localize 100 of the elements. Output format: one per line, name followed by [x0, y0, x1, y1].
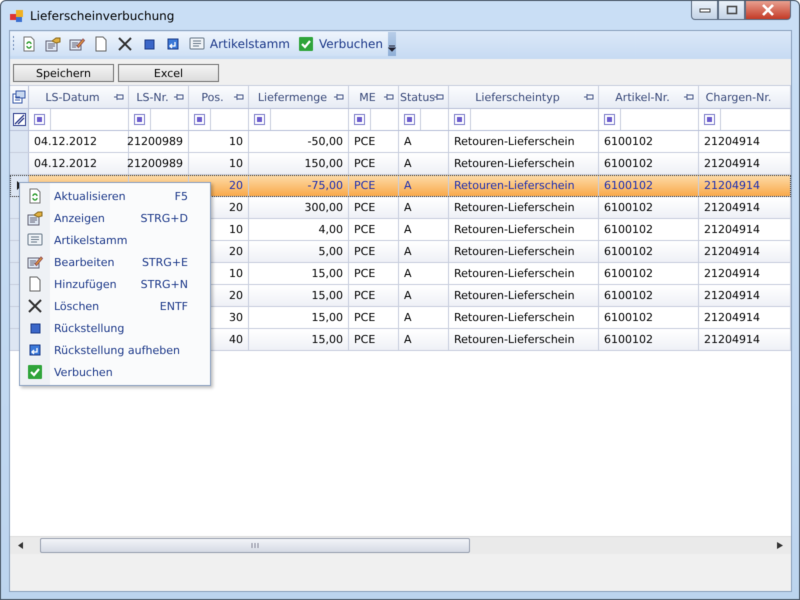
table-cell: 40 [229, 333, 243, 346]
pin-icon[interactable] [174, 93, 184, 101]
filter-operator-icon[interactable] [604, 114, 615, 125]
pin-icon[interactable] [384, 93, 394, 101]
table-cell: Retouren-Lieferschein [454, 223, 575, 236]
document-hand-icon [44, 36, 61, 52]
table-cell: Retouren-Lieferschein [454, 157, 575, 170]
edit-icon [27, 254, 43, 270]
table-cell: PCE [354, 333, 376, 346]
maximize-icon [726, 5, 738, 15]
table-cell: PCE [354, 311, 376, 324]
filter-operator-icon[interactable] [254, 114, 265, 125]
table-cell: 15,00 [312, 333, 343, 346]
column-header[interactable]: LS-Nr. [129, 86, 189, 108]
table-cell: 21204914 [704, 333, 760, 346]
table-cell: PCE [354, 135, 376, 148]
filter-operator-icon[interactable] [404, 114, 415, 125]
table-cell: 6100102 [604, 311, 653, 324]
column-header[interactable]: Artikel-Nr. [599, 86, 699, 108]
checkmark-icon [27, 364, 43, 380]
table-cell: Retouren-Lieferschein [454, 179, 575, 192]
column-chooser-icon[interactable] [12, 90, 26, 104]
delete-icon [116, 36, 133, 52]
column-header[interactable]: Lieferscheintyp [449, 86, 599, 108]
new-document-icon [27, 276, 43, 292]
table-cell: 15,00 [312, 267, 343, 280]
column-header[interactable]: Chargen-Nr. [699, 86, 791, 108]
pin-icon[interactable] [114, 93, 124, 101]
table-cell: 10 [229, 267, 243, 280]
table-cell: 20 [229, 245, 243, 258]
filter-operator-icon[interactable] [454, 114, 465, 125]
filter-operator-icon[interactable] [194, 114, 205, 125]
list-card-icon [27, 232, 43, 248]
table-cell: A [404, 333, 412, 346]
excel-button[interactable]: Excel [118, 64, 219, 82]
table-cell: A [404, 135, 412, 148]
pin-icon[interactable] [684, 93, 694, 101]
horizontal-scrollbar[interactable] [10, 536, 791, 554]
table-cell: Retouren-Lieferschein [454, 201, 575, 214]
table-cell: 21204914 [704, 223, 760, 236]
table-cell: 6100102 [604, 267, 653, 280]
table-cell: PCE [354, 245, 376, 258]
table-cell: Retouren-Lieferschein [454, 333, 575, 346]
filter-operator-icon[interactable] [134, 114, 145, 125]
table-cell: 21204914 [704, 179, 760, 192]
table-cell: 21204914 [704, 311, 760, 324]
table-cell: -50,00 [308, 135, 343, 148]
overflow-button[interactable] [388, 32, 396, 56]
app-icon [10, 10, 24, 22]
pin-icon[interactable] [434, 93, 444, 101]
minimize-button[interactable] [691, 1, 718, 20]
table-cell: 21204914 [704, 157, 760, 170]
column-header[interactable]: Status [399, 86, 449, 108]
table-cell: Retouren-Lieferschein [454, 267, 575, 280]
table-cell: 20 [229, 201, 243, 214]
filter-operator-icon[interactable] [704, 114, 715, 125]
column-header[interactable]: Liefermenge [249, 86, 349, 108]
table-cell: Retouren-Lieferschein [454, 311, 575, 324]
table-cell: 6100102 [604, 289, 653, 302]
filter-operator-icon[interactable] [34, 114, 45, 125]
column-header[interactable]: LS-Datum [29, 86, 129, 108]
filter-operator-icon[interactable] [354, 114, 365, 125]
table-cell: Retouren-Lieferschein [454, 245, 575, 258]
toolbar-button[interactable]: Artikelstamm [186, 33, 293, 55]
pin-icon[interactable] [584, 93, 594, 101]
table-cell: 20 [229, 179, 243, 192]
new-document-icon [92, 36, 109, 52]
table-cell: 21204914 [704, 201, 760, 214]
table-cell: 21200989 [127, 157, 183, 170]
table-cell: 21200989 [127, 135, 183, 148]
scroll-left-icon[interactable] [18, 542, 24, 549]
close-button[interactable] [745, 1, 791, 20]
table-cell: 15,00 [312, 289, 343, 302]
table-cell: 20 [229, 289, 243, 302]
save-button[interactable]: Speichern [13, 64, 114, 82]
column-header[interactable]: ME [349, 86, 399, 108]
menu-item[interactable]: Verbuchen [20, 361, 210, 383]
grip-handle[interactable] [13, 36, 14, 52]
column-header[interactable]: Pos. [189, 86, 249, 108]
pin-icon[interactable] [334, 93, 344, 101]
pin-icon[interactable] [234, 93, 244, 101]
filter-clear-icon[interactable] [12, 113, 26, 126]
table-cell: A [404, 223, 412, 236]
table-cell: PCE [354, 267, 376, 280]
table-cell: 21204914 [704, 135, 760, 148]
table-cell: A [404, 201, 412, 214]
edit-icon [68, 36, 85, 52]
undo-icon [27, 342, 43, 358]
table-row[interactable]: 04.12.2012 21200989 10 150,00 PCE A Retouren-Lieferschein 6100102 21204914 [10, 153, 791, 175]
table-cell: 10 [229, 135, 243, 148]
table-cell: 5,00 [318, 245, 343, 258]
scroll-right-icon[interactable] [777, 542, 783, 549]
checkmark-icon [298, 36, 314, 52]
toolbar-button[interactable]: Verbuchen [294, 33, 386, 55]
maximize-button[interactable] [718, 1, 745, 20]
table-cell: -75,00 [308, 179, 343, 192]
table-cell: 15,00 [312, 311, 343, 324]
table-cell: A [404, 245, 412, 258]
table-cell: A [404, 267, 412, 280]
scroll-thumb[interactable] [40, 538, 470, 553]
